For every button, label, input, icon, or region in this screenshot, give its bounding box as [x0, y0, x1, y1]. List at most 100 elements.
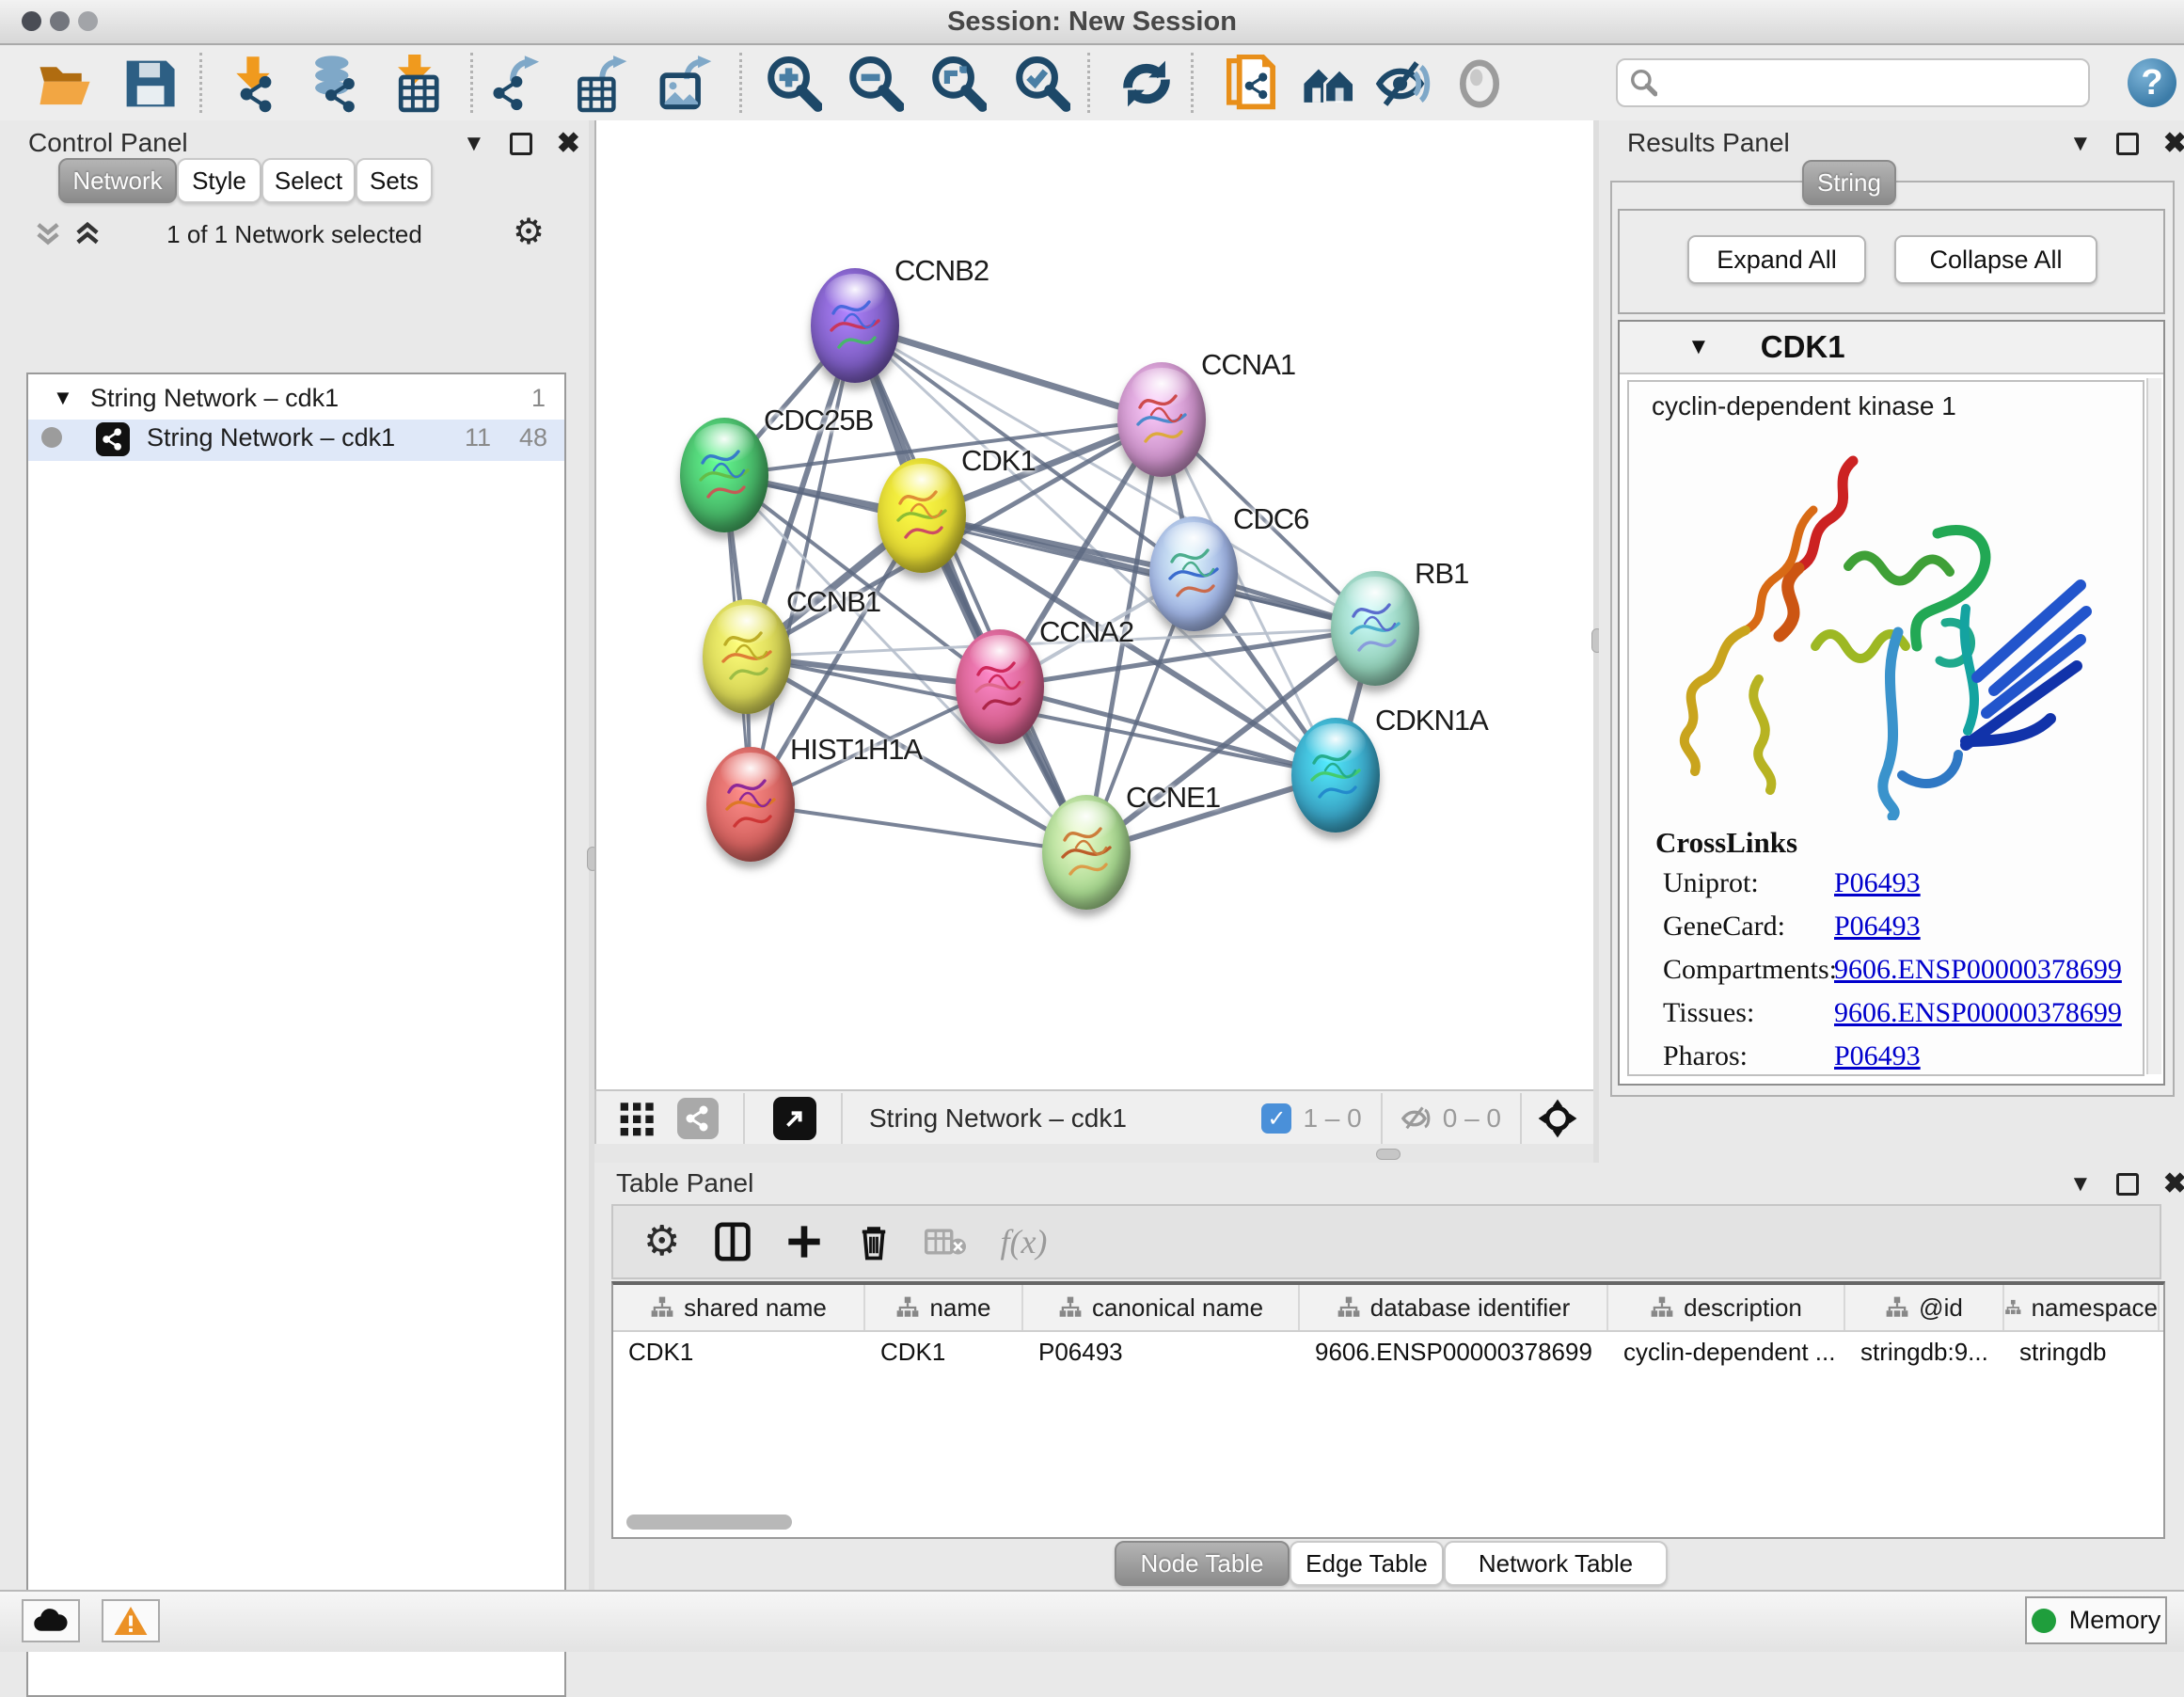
node-CCNA1[interactable]	[1117, 362, 1206, 477]
table-cell[interactable]: CDK1	[613, 1332, 865, 1373]
control-panel-float-icon[interactable]	[510, 133, 532, 155]
node-CDC25B[interactable]	[680, 418, 768, 532]
results-panel-close-icon[interactable]: ✖	[2163, 132, 2184, 156]
column-header-label: canonical name	[1092, 1293, 1263, 1323]
column-header-label: description	[1684, 1293, 1802, 1323]
tab-sets[interactable]: Sets	[356, 158, 433, 203]
table-panel: Table Panel ▼ ✖ ⚙ f(x) shared name	[594, 1163, 2184, 1590]
add-column-icon[interactable]	[785, 1223, 823, 1261]
column-header-database-identifier[interactable]: database identifier	[1300, 1285, 1608, 1330]
network-share-badge-icon[interactable]	[677, 1098, 719, 1139]
results-panel-menu-icon[interactable]: ▼	[2069, 132, 2092, 156]
column-header-shared-name[interactable]: shared name	[613, 1285, 865, 1330]
search-icon	[1629, 69, 1657, 97]
crosslink-link[interactable]: P06493	[1834, 911, 1921, 943]
import-network-file-icon[interactable]	[224, 55, 282, 113]
table-panel-close-icon[interactable]: ✖	[2163, 1172, 2184, 1197]
node-CDKN1A[interactable]	[1291, 718, 1380, 833]
node-label-CCNA1: CCNA1	[1201, 348, 1295, 382]
table-row[interactable]: CDK1CDK1P064939606.ENSP00000378699cyclin…	[613, 1332, 2163, 1373]
search-box[interactable]	[1616, 58, 2090, 107]
zoom-fit-icon[interactable]	[928, 55, 987, 113]
fit-content-crosshair-icon[interactable]	[1537, 1098, 1578, 1139]
table-hscrollbar[interactable]	[626, 1515, 792, 1530]
table-panel-float-icon[interactable]	[2116, 1173, 2139, 1196]
results-panel-float-icon[interactable]	[2116, 133, 2139, 155]
hide-panel-eye-icon[interactable]	[1375, 55, 1433, 113]
tree-row-network[interactable]: String Network – cdk1 11 48	[28, 420, 564, 461]
table-cell[interactable]: P06493	[1023, 1332, 1300, 1373]
export-network-icon[interactable]	[487, 55, 546, 113]
results-scrollbar[interactable]	[2146, 378, 2161, 1074]
column-header-description[interactable]: description	[1608, 1285, 1845, 1330]
node-CDC6[interactable]	[1149, 516, 1238, 631]
delete-column-icon[interactable]	[857, 1222, 891, 1261]
open-session-icon[interactable]	[36, 55, 94, 113]
table-toolbar: ⚙ f(x)	[611, 1204, 2161, 1279]
table-panel-menu-icon[interactable]: ▼	[2069, 1172, 2092, 1197]
column-header-@id[interactable]: @id	[1845, 1285, 2004, 1330]
node-CCNE1[interactable]	[1042, 795, 1131, 910]
tab-network[interactable]: Network	[58, 158, 177, 203]
export-table-icon[interactable]	[574, 55, 632, 113]
crosslink-link[interactable]: P06493	[1834, 1040, 1921, 1072]
tab-string[interactable]: String	[1802, 160, 1896, 205]
cdk1-section-header[interactable]: ▼ CDK1	[1620, 322, 2163, 374]
network-options-gear-icon[interactable]: ⚙	[513, 214, 545, 250]
splitter-horizontal-grip[interactable]	[1376, 1149, 1401, 1160]
tab-network-table[interactable]: Network Table	[1444, 1541, 1668, 1586]
column-header-name[interactable]: name	[865, 1285, 1023, 1330]
zoom-selected-icon[interactable]	[1012, 55, 1070, 113]
table-cell[interactable]: 9606.ENSP00000378699	[1300, 1332, 1608, 1373]
cloud-status-button[interactable]	[22, 1599, 80, 1642]
warning-status-button[interactable]	[102, 1599, 160, 1642]
refresh-icon[interactable]	[1117, 55, 1176, 113]
tab-style[interactable]: Style	[177, 158, 261, 203]
open-in-window-icon[interactable]	[773, 1097, 816, 1140]
import-network-database-icon[interactable]	[305, 55, 363, 113]
table-gear-icon[interactable]: ⚙	[643, 1224, 680, 1260]
control-panel-menu-icon[interactable]: ▼	[463, 132, 485, 156]
help-button[interactable]: ?	[2128, 58, 2176, 107]
table-cell[interactable]: stringdb	[2004, 1332, 2160, 1373]
table-cell[interactable]: CDK1	[865, 1332, 1023, 1373]
crosslink-link[interactable]: 9606.ENSP00000378699	[1834, 997, 2122, 1029]
node-CCNB1[interactable]	[703, 599, 791, 714]
import-table-icon[interactable]	[388, 55, 446, 113]
control-panel-close-icon[interactable]: ✖	[557, 132, 580, 156]
table-cell[interactable]: cyclin-dependent ...	[1608, 1332, 1845, 1373]
tree-expand-icon[interactable]: ▼	[53, 386, 73, 410]
node-CDK1[interactable]	[878, 458, 966, 573]
save-session-icon[interactable]	[120, 55, 179, 113]
network-from-document-icon[interactable]	[1223, 55, 1281, 113]
zoom-out-icon[interactable]	[846, 55, 904, 113]
home-networks-icon[interactable]	[1300, 55, 1358, 113]
birds-eye-grid-icon[interactable]	[619, 1100, 657, 1137]
export-image-icon[interactable]	[658, 55, 717, 113]
memory-button[interactable]: Memory	[2025, 1596, 2167, 1644]
section-collapse-icon[interactable]: ▼	[1687, 334, 1710, 360]
select-columns-icon[interactable]	[714, 1221, 752, 1262]
network-view-canvas[interactable]: CCNB2 CCNA1 CDC25B CDK1	[594, 120, 1597, 1089]
results-buttons-box: Expand All Collapse All	[1618, 209, 2165, 314]
crosslink-link[interactable]: P06493	[1834, 867, 1921, 899]
search-input[interactable]	[1667, 64, 2075, 100]
tab-select[interactable]: Select	[261, 158, 356, 203]
column-header-canonical-name[interactable]: canonical name	[1023, 1285, 1300, 1330]
node-RB1[interactable]	[1331, 571, 1419, 686]
crosslink-link[interactable]: 9606.ENSP00000378699	[1834, 954, 2122, 986]
node-CCNB2[interactable]	[811, 268, 899, 383]
column-header-namespace[interactable]: namespace	[2004, 1285, 2160, 1330]
crosslink-row: Tissues: 9606.ENSP00000378699	[1663, 997, 2133, 1040]
table-cell[interactable]: stringdb:9...	[1845, 1332, 2004, 1373]
node-CCNA2[interactable]	[956, 629, 1044, 744]
zoom-in-icon[interactable]	[764, 55, 822, 113]
tab-edge-table[interactable]: Edge Table	[1290, 1541, 1444, 1586]
node-HIST1H1A[interactable]	[706, 747, 795, 862]
tab-node-table[interactable]: Node Table	[1115, 1541, 1290, 1586]
toolbar-separator	[1191, 53, 1194, 113]
collapse-all-button[interactable]: Collapse All	[1894, 235, 2097, 284]
selected-checkbox-icon[interactable]: ✓	[1261, 1103, 1291, 1134]
tree-row-collection[interactable]: ▼ String Network – cdk1 1	[28, 384, 564, 421]
expand-all-button[interactable]: Expand All	[1687, 235, 1866, 284]
